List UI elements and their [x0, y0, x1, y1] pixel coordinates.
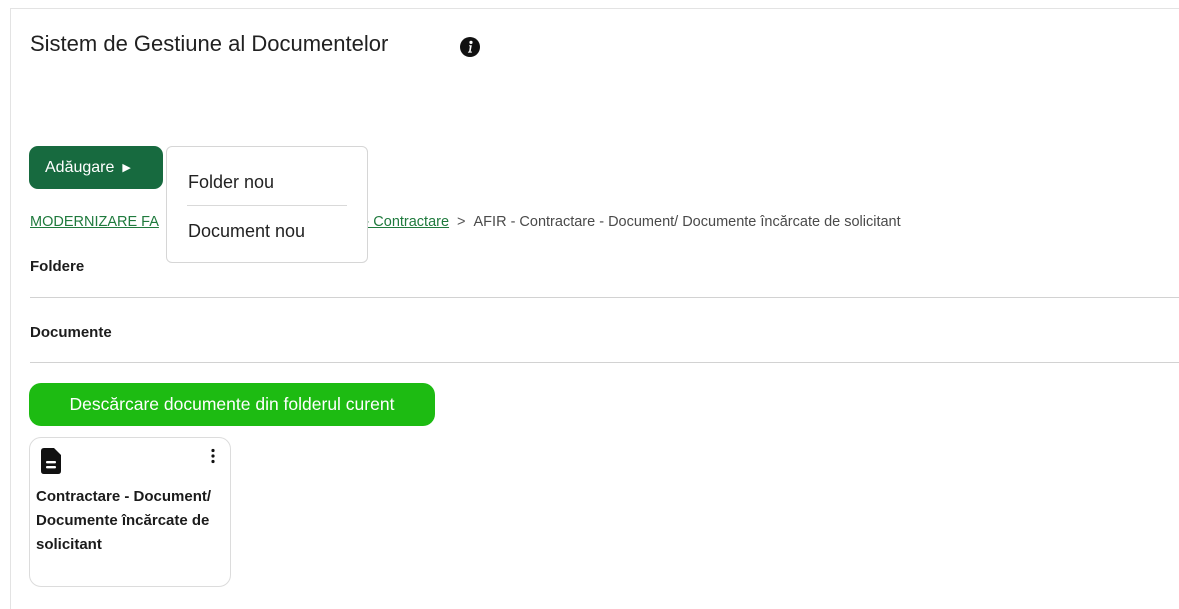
menu-divider	[187, 205, 347, 206]
breadcrumb: MODERNIZARE FA>AFIR - Contractare>AFIR -…	[30, 214, 901, 230]
breadcrumb-link-root[interactable]: MODERNIZARE FA	[30, 214, 159, 230]
menu-item-new-folder[interactable]: Folder nou	[188, 172, 274, 193]
kebab-menu-icon[interactable]	[210, 448, 216, 464]
folders-heading: Foldere	[30, 258, 85, 275]
add-dropdown-menu: Folder nou Document nou	[166, 146, 368, 263]
download-folder-documents-button[interactable]: Descărcare documente din folderul curent	[29, 383, 435, 426]
document-icon	[41, 448, 61, 474]
caret-right-icon: ▶	[122, 162, 131, 174]
info-circle-icon[interactable]	[460, 37, 480, 57]
breadcrumb-current: AFIR - Contractare - Document/ Documente…	[473, 214, 901, 230]
breadcrumb-separator: >	[457, 214, 466, 230]
document-title: Contractare - Document/ Documente încărc…	[36, 488, 212, 553]
add-button-label: Adăugare	[45, 158, 115, 176]
page-title: Sistem de Gestiune al Documentelor	[30, 31, 389, 56]
document-card[interactable]: Contractare - Document/ Documente încărc…	[29, 437, 231, 587]
menu-item-new-document[interactable]: Document nou	[188, 221, 305, 242]
divider	[30, 297, 1179, 298]
add-button[interactable]: Adăugare ▶	[29, 146, 163, 189]
documents-heading: Documente	[30, 324, 112, 341]
divider	[30, 362, 1179, 363]
